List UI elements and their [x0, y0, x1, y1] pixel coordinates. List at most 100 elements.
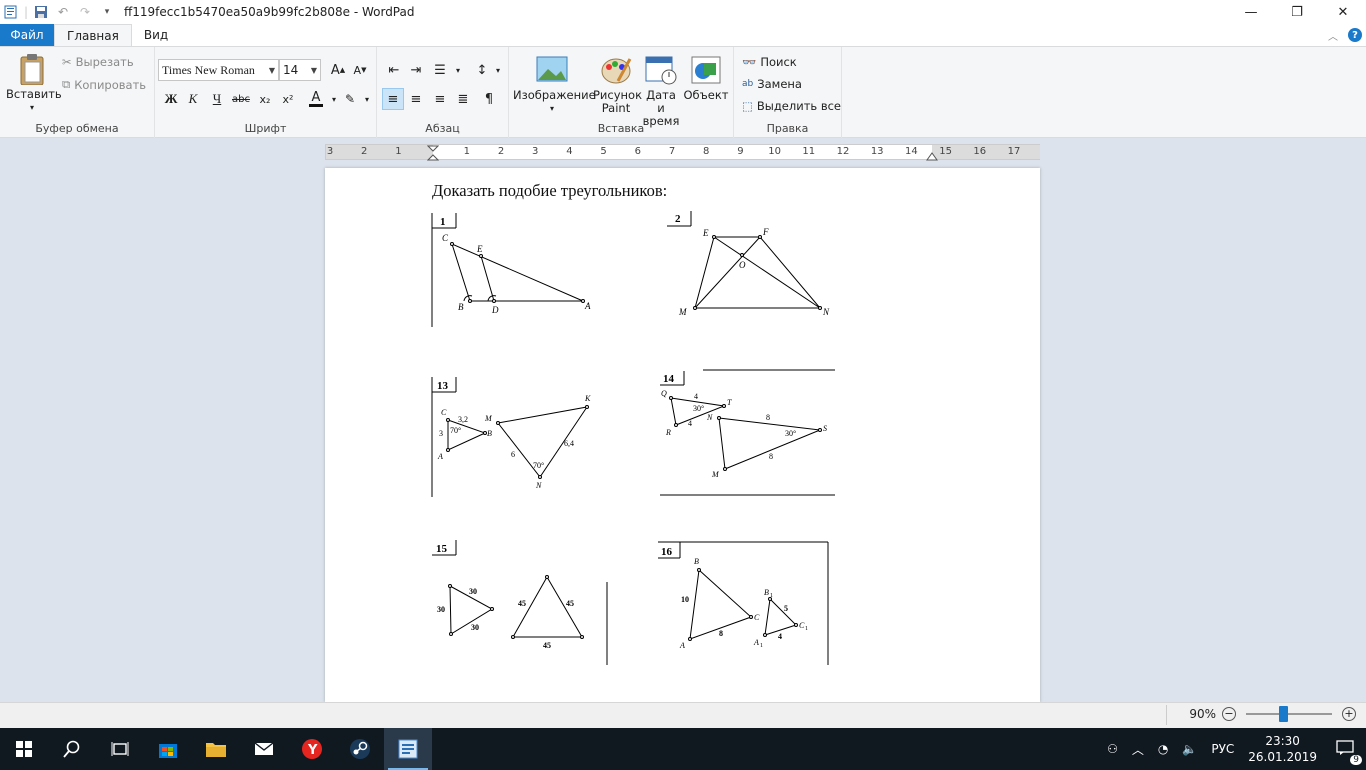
tab-home[interactable]: Главная: [54, 24, 132, 46]
undo-icon[interactable]: ↶: [52, 1, 74, 23]
chevron-up-icon[interactable]: ︿: [1125, 741, 1151, 758]
zoom-slider-thumb[interactable]: [1279, 706, 1288, 722]
mail-app[interactable]: [240, 728, 288, 770]
font-size-value: 14: [283, 63, 299, 77]
side-label: 30: [469, 587, 477, 596]
zoom-slider[interactable]: [1246, 706, 1332, 722]
align-center-icon[interactable]: ≡: [405, 88, 427, 110]
task-view-icon: [111, 742, 129, 756]
select-all-button[interactable]: ⬚ Выделить все: [742, 99, 841, 113]
paste-label: Вставить: [6, 87, 62, 101]
minimize-button[interactable]: —: [1228, 0, 1274, 24]
line-spacing-dropdown[interactable]: ▾: [487, 59, 509, 81]
vertex-label: M: [711, 470, 720, 479]
figure-number: 1: [440, 216, 446, 228]
customize-quick-access-icon[interactable]: ▾: [96, 1, 118, 23]
file-explorer-app[interactable]: [192, 728, 240, 770]
status-bar: 90% − +: [0, 702, 1366, 728]
tab-view[interactable]: Вид: [132, 24, 180, 46]
collapse-ribbon-icon[interactable]: ︿: [1328, 28, 1338, 43]
vertex-label: B: [764, 588, 769, 597]
side-label: 8: [769, 452, 773, 461]
replace-button[interactable]: ab Замена: [742, 77, 802, 91]
network-icon[interactable]: ◔: [1151, 742, 1175, 756]
wordpad-app-icon[interactable]: [0, 1, 22, 23]
font-size-select[interactable]: 14 ▼: [279, 59, 321, 81]
image-icon: [536, 56, 568, 82]
underline-button[interactable]: Ч: [206, 88, 228, 110]
steam-app[interactable]: [336, 728, 384, 770]
figure-number: 15: [436, 543, 448, 555]
tab-file[interactable]: Файл: [0, 24, 54, 46]
subscript-label: 1: [770, 593, 773, 599]
indent-marker-icon[interactable]: [427, 145, 439, 161]
copy-button[interactable]: ⧉ Копировать: [62, 77, 146, 92]
wordpad-app[interactable]: [384, 728, 432, 770]
bullets-dropdown[interactable]: ▾: [447, 59, 469, 81]
bold-button[interactable]: Ж: [160, 88, 182, 110]
shrink-font-button[interactable]: A ▼: [349, 59, 371, 81]
insert-image-button[interactable]: Изображение ▾: [513, 55, 596, 115]
paragraph-settings-icon[interactable]: ¶: [478, 88, 500, 110]
ruler-tick-label: 2: [361, 146, 368, 157]
system-tray: ⚇ ︿ ◔ 🔈 РУС 23:30 26.01.2019 9: [1100, 728, 1366, 770]
notifications-button[interactable]: 9: [1324, 739, 1366, 765]
document-page[interactable]: Доказать подобие треугольников: 1 C E B …: [325, 168, 1040, 702]
grow-font-button[interactable]: A ▲: [327, 59, 349, 81]
yandex-browser-app[interactable]: Y: [288, 728, 336, 770]
ruler-tick-label: 15: [939, 146, 952, 157]
side-label: 8: [719, 629, 723, 638]
start-button[interactable]: [0, 728, 48, 770]
datetime-button[interactable]: Дата и время: [641, 55, 681, 128]
vertex-label: Q: [661, 389, 667, 398]
highlight-dropdown[interactable]: ▾: [356, 88, 378, 110]
ruler-tick-label: 1: [463, 146, 470, 157]
zoom-out-button[interactable]: −: [1222, 707, 1236, 721]
vertex-label: C: [754, 613, 760, 622]
maximize-button[interactable]: ❐: [1274, 0, 1320, 24]
decrease-indent-icon[interactable]: ⇤: [383, 59, 405, 81]
italic-button[interactable]: К: [182, 88, 204, 110]
figure-15: 15 30 30 30 45 45 45: [432, 540, 608, 665]
find-button[interactable]: 👓 Поиск: [742, 55, 797, 69]
insert-object-button[interactable]: Объект: [683, 55, 729, 102]
object-icon: [691, 56, 721, 84]
task-view-button[interactable]: [96, 728, 144, 770]
steam-icon: [350, 739, 370, 759]
font-family-select[interactable]: Times New Roman ▼: [158, 59, 279, 81]
language-indicator[interactable]: РУС: [1204, 742, 1241, 756]
ruler[interactable]: 3 2 1 1 2 3 4 5 6 7 8 9 10 11 12 13 14 15 16 17: [325, 144, 1040, 161]
zoom-level: 90%: [1189, 707, 1216, 721]
paste-button[interactable]: Вставить ▾: [6, 53, 62, 114]
redo-icon[interactable]: ↷: [74, 1, 96, 23]
search-button[interactable]: [48, 728, 96, 770]
close-button[interactable]: ✕: [1320, 0, 1366, 24]
volume-icon[interactable]: 🔈: [1175, 742, 1204, 756]
vertex-label: N: [535, 481, 542, 490]
paint-drawing-button[interactable]: Рисунок Paint: [593, 55, 642, 115]
ruler-tick-label: 7: [668, 146, 676, 157]
paint-label-2: Paint: [601, 101, 631, 115]
store-app[interactable]: [144, 728, 192, 770]
insert-group: Изображение ▾ Рисунок Paint Дата и время Об…: [509, 47, 734, 138]
font-group: Times New Roman ▼ 14 ▼ A ▲ A ▼ Ж К Ч abc x₂ …: [155, 47, 377, 138]
vertex-label: B: [694, 557, 699, 566]
justify-icon[interactable]: ≣: [452, 88, 474, 110]
align-left-icon[interactable]: ≡: [382, 88, 404, 110]
increase-indent-icon[interactable]: ⇥: [405, 59, 427, 81]
ruler-tick-label: 3: [326, 146, 334, 157]
cut-button[interactable]: ✂ Вырезать: [62, 55, 134, 69]
zoom-in-button[interactable]: +: [1342, 707, 1356, 721]
yandex-icon: Y: [302, 739, 322, 759]
subscript-button[interactable]: x₂: [254, 88, 276, 110]
people-icon[interactable]: ⚇: [1100, 742, 1125, 756]
side-label: 45: [543, 641, 551, 650]
help-icon[interactable]: ?: [1348, 28, 1362, 42]
vertex-label: C: [441, 408, 447, 417]
save-icon[interactable]: [30, 1, 52, 23]
superscript-button[interactable]: x²: [277, 88, 299, 110]
align-right-icon[interactable]: ≡: [429, 88, 451, 110]
strikethrough-button[interactable]: abc: [230, 88, 252, 110]
right-indent-marker-icon[interactable]: [926, 151, 938, 161]
clock[interactable]: 23:30 26.01.2019: [1241, 733, 1324, 765]
